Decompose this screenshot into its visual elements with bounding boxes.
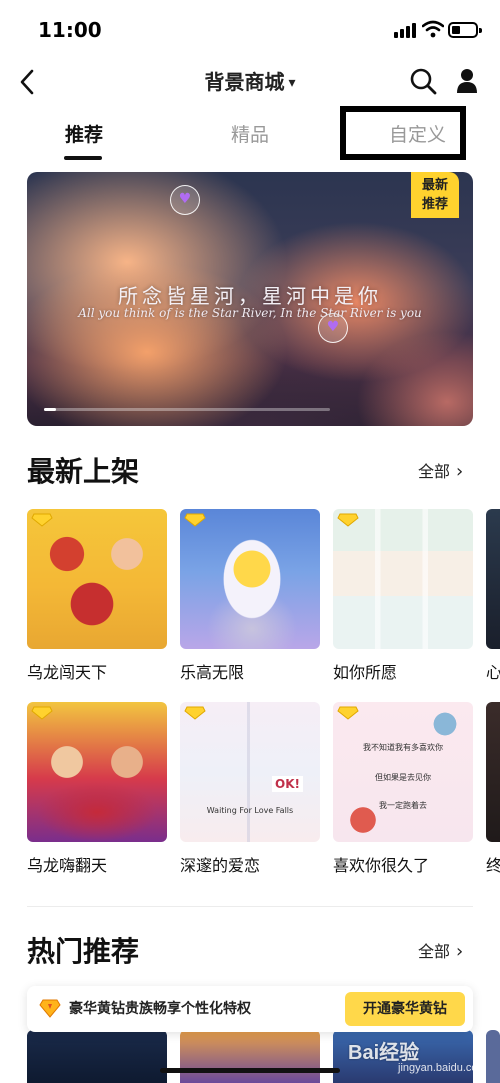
home-indicator[interactable] (160, 1068, 340, 1073)
thumbnail-text-line: 我不知道我有多喜欢你 (363, 743, 443, 752)
badge-line-2: 推荐 (421, 197, 448, 212)
signal-icon (394, 22, 418, 38)
open-vip-button[interactable]: 开通豪华黄钻 (345, 992, 465, 1026)
new-recommend-badge: 最新 推荐 (411, 172, 459, 218)
theme-thumbnail: Waiting For Love Falls OK! (180, 702, 320, 842)
chevron-down-icon: ▾ (288, 75, 296, 91)
heart-bubble-icon: ♥ (170, 185, 200, 215)
view-all-label: 全部 (418, 942, 451, 961)
view-all-new-link[interactable]: 全部 › (418, 458, 463, 482)
diamond-icon (31, 513, 53, 527)
thumbnail-text-line: 我一定跑着去 (379, 801, 427, 810)
view-all-label: 全部 (418, 462, 451, 481)
theme-name: 终 (486, 856, 500, 875)
theme-thumbnail: 我不知道我有多喜欢你 但如果是去见你 我一定跑着去 (333, 702, 473, 842)
status-bar: 11:00 (0, 0, 500, 60)
section-divider (27, 906, 473, 907)
battery-icon (448, 22, 482, 38)
theme-name: 心 (486, 663, 500, 682)
watermark-logo: Bai经验 (348, 1042, 420, 1064)
tab-featured[interactable]: 精品 (231, 120, 269, 147)
hot-theme-card[interactable] (180, 1030, 320, 1083)
nav-bar: 背景商城 ▾ (0, 60, 500, 104)
theme-thumbnail (180, 509, 320, 649)
chevron-right-icon: › (456, 461, 464, 482)
vip-promo-text: 豪华黄钻贵族畅享个性化特权 (69, 1001, 251, 1017)
custom-tab-highlight (340, 106, 466, 160)
watermark-url: jingyan.baidu.com (398, 1062, 487, 1074)
theme-card[interactable]: 心 (486, 509, 500, 684)
diamond-icon (184, 706, 206, 720)
theme-name: 喜欢你很久了 (333, 856, 430, 875)
theme-thumbnail (486, 509, 500, 649)
view-all-hot-link[interactable]: 全部 › (418, 938, 463, 962)
section-title-hot: 热门推荐 (27, 935, 140, 968)
theme-name: 乌龙闯天下 (27, 663, 108, 682)
theme-name: 如你所愿 (333, 663, 398, 682)
banner-title: 所念皆星河，星河中是你 (118, 284, 382, 308)
theme-thumbnail (486, 702, 500, 842)
thumbnail-ok-label: OK! (272, 776, 303, 792)
search-icon[interactable] (408, 66, 438, 96)
tab-active-indicator (64, 156, 102, 160)
banner-subtitle: All you think of is the Star River, In t… (78, 306, 422, 320)
theme-thumbnail (27, 509, 167, 649)
hot-theme-card[interactable] (27, 1030, 167, 1083)
status-time: 11:00 (38, 18, 102, 42)
chevron-right-icon: › (456, 941, 464, 962)
badge-line-1: 最新 (421, 178, 448, 193)
diamond-icon (337, 513, 359, 527)
vip-promo-bar: 豪华黄钻贵族畅享个性化特权 开通豪华黄钻 (27, 986, 473, 1032)
banner-page-indicator (44, 408, 330, 411)
theme-name: 乌龙嗨翻天 (27, 856, 108, 875)
section-title-new: 最新上架 (27, 455, 140, 488)
theme-card[interactable]: 终 (486, 702, 500, 877)
diamond-icon (184, 513, 206, 527)
diamond-icon (31, 706, 53, 720)
thumbnail-caption: Waiting For Love Falls (206, 806, 294, 815)
page-title: 背景商城 (204, 70, 285, 94)
theme-name: 乐高无限 (180, 663, 245, 682)
profile-icon[interactable] (454, 66, 480, 96)
tab-recommended[interactable]: 推荐 (65, 120, 103, 147)
hot-theme-card[interactable] (486, 1030, 500, 1083)
yellow-diamond-icon (39, 999, 61, 1018)
wifi-icon (422, 20, 444, 38)
thumbnail-text-line: 但如果是去见你 (375, 773, 431, 782)
diamond-icon (337, 706, 359, 720)
theme-name: 深邃的爱恋 (180, 856, 261, 875)
theme-thumbnail (333, 509, 473, 649)
theme-thumbnail (27, 702, 167, 842)
